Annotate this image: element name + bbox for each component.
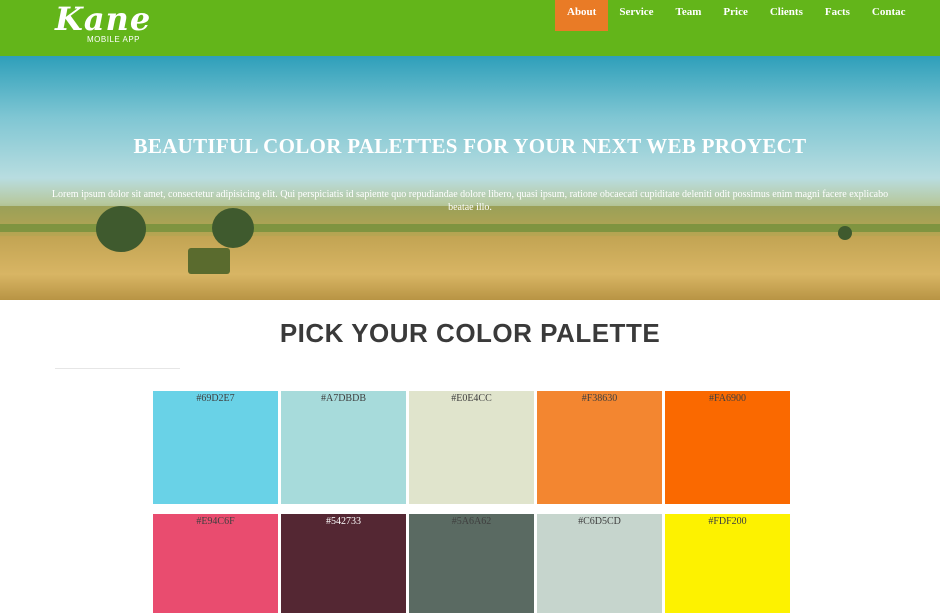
color-swatch[interactable]: #FDF200 [665,514,790,613]
nav-item-clients[interactable]: Clients [759,0,814,31]
logo-subtitle: MOBILE APP [87,35,141,44]
swatch-hex-label: #542733 [326,516,361,527]
section-title: PICK YOUR COLOR PALETTE [279,318,661,348]
color-swatch[interactable]: #FA6900 [665,391,790,504]
nav-item-contact[interactable]: Contac [861,0,917,31]
hero-title: BEAUTIFUL COLOR PALETTES FOR YOUR NEXT W… [133,134,807,158]
hero-description: Lorem ipsum dolor sit amet, consectetur … [51,189,889,213]
tractor-image [188,248,230,274]
color-swatch[interactable]: #E0E4CC [409,391,534,504]
hero-background-foreground [0,236,940,300]
swatch-hex-label: #5A6A62 [451,516,492,527]
swatch-hex-label: #E0E4CC [451,393,492,404]
nav-item-about[interactable]: About [555,0,609,31]
top-header: Kane MOBILE APP About Service Team Price… [0,0,940,56]
divider [55,368,180,369]
swatch-hex-label: #69D2E7 [196,393,235,404]
swatch-hex-label: #A7DBDB [320,393,366,404]
swatch-hex-label: #F38630 [581,393,618,404]
main-nav: About Service Team Price Clients Facts C… [555,0,917,31]
tree-image [838,226,852,240]
logo-text: Kane [55,0,152,38]
swatch-hex-label: #C6D5CD [578,516,621,527]
logo[interactable]: Kane MOBILE APP [55,0,152,44]
nav-item-facts[interactable]: Facts [814,0,861,31]
color-swatch[interactable]: #C6D5CD [537,514,662,613]
color-swatch[interactable]: #5A6A62 [409,514,534,613]
tree-image [212,208,254,248]
color-swatch[interactable]: #A7DBDB [281,391,406,504]
color-swatch[interactable]: #69D2E7 [153,391,278,504]
color-swatch[interactable]: #E94C6F [153,514,278,613]
swatch-hex-label: #E94C6F [196,516,235,527]
nav-item-team[interactable]: Team [665,0,713,31]
color-swatch[interactable]: #F38630 [537,391,662,504]
color-swatch[interactable]: #542733 [281,514,406,613]
hero-banner: BEAUTIFUL COLOR PALETTES FOR YOUR NEXT W… [0,56,940,300]
nav-item-service[interactable]: Service [608,0,664,31]
nav-item-price[interactable]: Price [712,0,758,31]
swatch-hex-label: #FDF200 [708,516,747,527]
swatch-hex-label: #FA6900 [708,393,747,404]
